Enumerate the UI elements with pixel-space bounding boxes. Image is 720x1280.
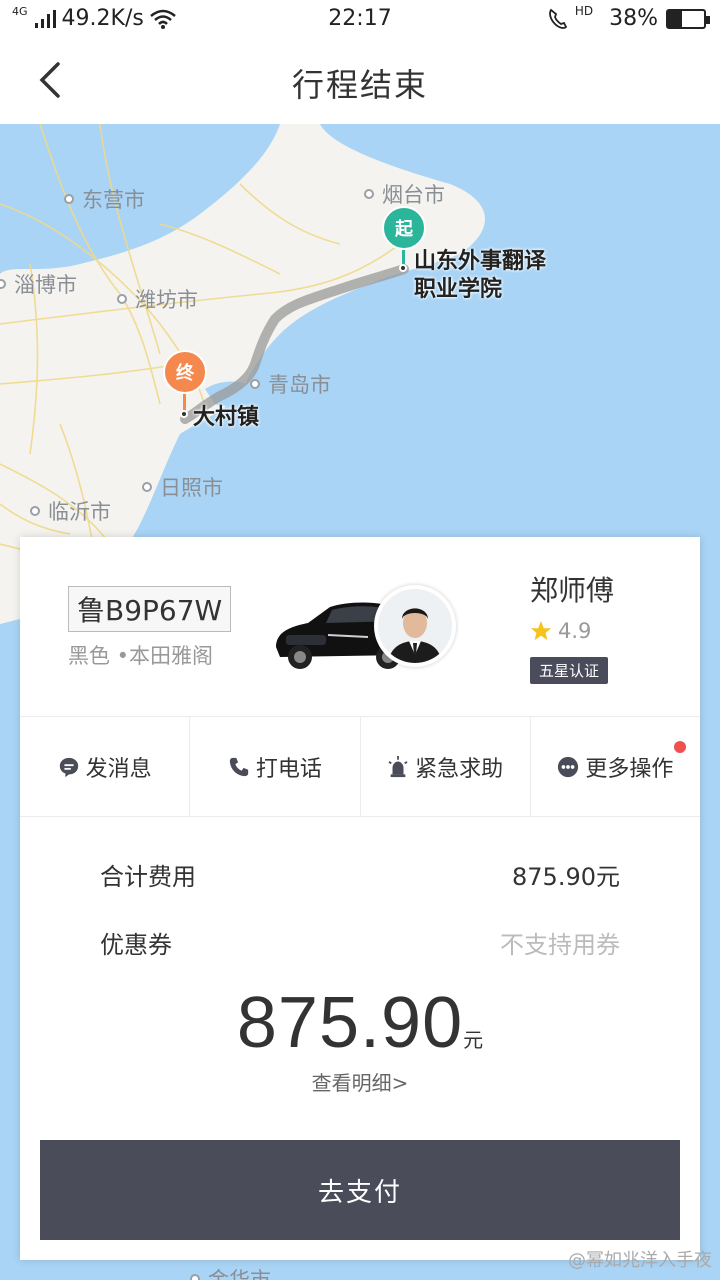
city-dot	[190, 1274, 200, 1280]
emergency-button[interactable]: 紧急求助	[361, 717, 531, 816]
view-details-link[interactable]: 查看明细>	[20, 1067, 700, 1096]
more-actions-button[interactable]: 更多操作	[531, 717, 700, 816]
driver-section: 鲁B9P67W 黑色 •本田雅阁 郑师傅 4.9 五星认证	[20, 537, 700, 717]
city-label-dongying: 东营市	[64, 184, 145, 214]
watermark: @幂如兆洋入手夜	[568, 1250, 712, 1271]
end-pin-base	[180, 410, 188, 418]
total-amount: 875.90	[236, 983, 464, 1063]
star-icon	[530, 620, 552, 641]
coupon-label: 优惠券	[100, 931, 172, 959]
coupon-value: 不支持用券	[500, 931, 620, 959]
status-bar: 4G 49.2K/s 22:17 HD 38%	[0, 0, 720, 40]
license-plate: 鲁B9P67W	[68, 586, 232, 632]
action-label: 发消息	[85, 756, 152, 782]
end-place-label: 大村镇	[193, 405, 260, 430]
start-place-label: 山东外事翻译 职业学院	[414, 249, 547, 302]
start-pin-base	[399, 264, 407, 272]
city-dot	[30, 506, 40, 516]
city-dot	[117, 294, 127, 304]
total-fee-label: 合计费用	[100, 863, 196, 891]
city-label-weifang: 潍坊市	[117, 284, 198, 314]
city-label-jinhua: 金华市	[190, 1264, 271, 1280]
action-label: 紧急求助	[415, 756, 504, 782]
nav-bar: 行程结束	[0, 40, 720, 124]
alarm-icon	[388, 755, 408, 777]
battery-level	[668, 10, 682, 27]
send-message-button[interactable]: 发消息	[20, 717, 191, 816]
page-title: 行程结束	[291, 66, 428, 104]
trip-card: 鲁B9P67W 黑色 •本田雅阁 郑师傅 4.9 五星认证 发消息 打电话 紧急…	[20, 537, 700, 1260]
city-label-yantai: 烟台市	[364, 179, 445, 209]
rating-value: 4.9	[558, 619, 592, 643]
city-dot	[64, 194, 74, 204]
more-icon	[558, 756, 579, 777]
city-label-qingdao: 青岛市	[250, 369, 331, 399]
total-unit: 元	[463, 1028, 484, 1052]
city-label-zibo: 淄博市	[0, 269, 77, 299]
action-label: 更多操作	[585, 756, 674, 782]
pay-button[interactable]: 去支付	[40, 1140, 680, 1240]
action-label: 打电话	[255, 756, 322, 782]
total-fee-row: 合计费用 875.90元	[100, 857, 620, 892]
call-button[interactable]: 打电话	[190, 717, 361, 816]
total-fee-value: 875.90元	[512, 863, 620, 891]
city-label-rizhao: 日照市	[142, 472, 223, 502]
action-bar: 发消息 打电话 紧急求助 更多操作	[20, 717, 700, 817]
total-amount-display: 875.90元	[20, 982, 700, 1064]
driver-avatar[interactable]	[374, 585, 456, 667]
hd-label: HD	[574, 3, 594, 18]
city-dot	[364, 189, 374, 199]
city-label-linyi: 临沂市	[30, 496, 111, 526]
phone-icon	[229, 757, 249, 776]
start-pin[interactable]: 起	[382, 206, 426, 250]
message-icon	[59, 757, 78, 777]
certification-badge: 五星认证	[530, 657, 609, 684]
coupon-row[interactable]: 优惠券 不支持用券	[100, 925, 620, 960]
driver-name: 郑师傅	[530, 574, 615, 607]
notification-dot	[674, 741, 686, 753]
city-dot	[250, 379, 260, 389]
end-pin[interactable]: 终	[163, 350, 207, 394]
city-dot	[0, 279, 6, 289]
driver-rating: 4.9	[530, 619, 591, 643]
status-right: HD 38%	[547, 3, 710, 31]
battery-icon	[666, 8, 710, 29]
driver-photo	[378, 589, 452, 663]
hd-call-icon	[548, 8, 567, 29]
battery-percent: 38%	[609, 6, 658, 31]
car-description: 黑色 •本田雅阁	[68, 644, 214, 668]
city-dot	[142, 482, 152, 492]
